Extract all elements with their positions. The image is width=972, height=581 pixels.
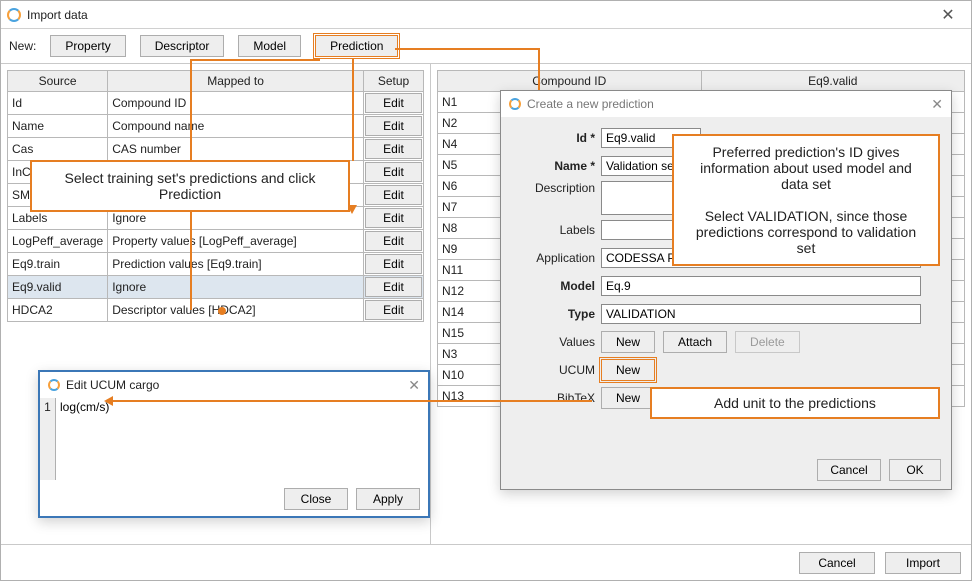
dialog-footer: Cancel Import: [1, 544, 971, 580]
annotation-select-predictions: Select training set's predictions and cl…: [30, 160, 350, 212]
label-bibtex: BibTeX: [511, 391, 601, 405]
cell-source: Name: [8, 115, 108, 138]
ucum-new-button[interactable]: New: [601, 359, 655, 381]
label-model: Model: [511, 279, 601, 293]
mapping-row[interactable]: IdCompound IDEdit: [8, 92, 424, 115]
cell-mapped: Prediction values [Eq9.train]: [108, 253, 364, 276]
dialog-close-button[interactable]: ✕: [931, 96, 943, 113]
values-delete-button: Delete: [735, 331, 800, 353]
cell-mapped: Compound name: [108, 115, 364, 138]
new-prediction-button[interactable]: Prediction: [315, 35, 398, 57]
new-property-button[interactable]: Property: [50, 35, 125, 57]
col-mapped: Mapped to: [108, 71, 364, 92]
mapping-row[interactable]: Eq9.trainPrediction values [Eq9.train]Ed…: [8, 253, 424, 276]
arrow-left-1: [104, 396, 113, 406]
cell-mapped: Descriptor values [HDCA2]: [108, 299, 364, 322]
prediction-cancel-button[interactable]: Cancel: [817, 459, 881, 481]
cargo-textarea[interactable]: [56, 398, 428, 480]
connector-5: [112, 400, 592, 402]
values-attach-button[interactable]: Attach: [663, 331, 727, 353]
cargo-close-button[interactable]: Close: [284, 488, 348, 510]
app-logo-icon: [7, 8, 21, 22]
label-application: Application: [511, 251, 601, 265]
label-name: Name *: [511, 159, 601, 173]
label-ucum: UCUM: [511, 363, 601, 377]
cargo-logo-icon: [48, 379, 60, 391]
col-source: Source: [8, 71, 108, 92]
cell-source: Eq9.train: [8, 253, 108, 276]
input-model[interactable]: [601, 276, 921, 296]
cell-source: Id: [8, 92, 108, 115]
new-model-button[interactable]: Model: [238, 35, 301, 57]
connector-2: [190, 207, 192, 310]
cell-source: HDCA2: [8, 299, 108, 322]
label-labels: Labels: [511, 223, 601, 237]
edit-button[interactable]: Edit: [365, 231, 422, 251]
label-type: Type: [511, 307, 601, 321]
connector-4b: [538, 48, 540, 90]
cell-mapped: Ignore: [108, 276, 364, 299]
cell-source: Eq9.valid: [8, 276, 108, 299]
cargo-line-number: 1: [40, 398, 56, 480]
col-eq9-valid: Eq9.valid: [701, 71, 965, 92]
col-setup: Setup: [364, 71, 424, 92]
dialog-title: Create a new prediction: [527, 97, 931, 111]
new-descriptor-button[interactable]: Descriptor: [140, 35, 225, 57]
dialog-logo-icon: [509, 98, 521, 110]
edit-button[interactable]: Edit: [365, 139, 422, 159]
mapping-row[interactable]: LogPeff_averageProperty values [LogPeff_…: [8, 230, 424, 253]
dot-selected-row: [218, 307, 226, 315]
cell-mapped: CAS number: [108, 138, 364, 161]
edit-button[interactable]: Edit: [365, 93, 422, 113]
new-toolbar: New: Property Descriptor Model Predictio…: [1, 29, 971, 63]
edit-button[interactable]: Edit: [365, 277, 422, 297]
connector-1: [190, 59, 192, 161]
cell-mapped: Property values [LogPeff_average]: [108, 230, 364, 253]
window-close-button[interactable]: ✕: [931, 5, 965, 25]
mapping-row[interactable]: Eq9.validIgnoreEdit: [8, 276, 424, 299]
label-values: Values: [511, 335, 601, 349]
window-titlebar: Import data ✕: [1, 1, 971, 29]
edit-button[interactable]: Edit: [365, 208, 422, 228]
edit-button[interactable]: Edit: [365, 185, 422, 205]
cancel-button[interactable]: Cancel: [799, 552, 875, 574]
mapping-row[interactable]: HDCA2Descriptor values [HDCA2]Edit: [8, 299, 424, 322]
col-compound-id: Compound ID: [438, 71, 702, 92]
label-description: Description: [511, 181, 601, 195]
mapping-row[interactable]: CasCAS numberEdit: [8, 138, 424, 161]
cargo-apply-button[interactable]: Apply: [356, 488, 420, 510]
input-type[interactable]: [601, 304, 921, 324]
import-button[interactable]: Import: [885, 552, 961, 574]
cargo-close-icon[interactable]: ✕: [408, 377, 420, 394]
connector-3b: [190, 59, 320, 61]
label-id: Id *: [511, 131, 601, 145]
edit-button[interactable]: Edit: [365, 162, 422, 182]
window-title: Import data: [27, 8, 931, 22]
edit-button[interactable]: Edit: [365, 254, 422, 274]
mapping-row[interactable]: NameCompound nameEdit: [8, 115, 424, 138]
edit-button[interactable]: Edit: [365, 300, 422, 320]
prediction-ok-button[interactable]: OK: [889, 459, 941, 481]
cell-source: LogPeff_average: [8, 230, 108, 253]
annotation-preferred-id: Preferred prediction's ID gives informat…: [672, 134, 940, 266]
cell-source: Cas: [8, 138, 108, 161]
annotation-add-unit: Add unit to the predictions: [650, 387, 940, 419]
toolbar-new-label: New:: [9, 39, 36, 53]
connector-4: [395, 48, 540, 50]
edit-ucum-cargo-dialog: Edit UCUM cargo ✕ 1 Close Apply: [38, 370, 430, 518]
values-new-button[interactable]: New: [601, 331, 655, 353]
bibtex-new-button[interactable]: New: [601, 387, 655, 409]
edit-button[interactable]: Edit: [365, 116, 422, 136]
cargo-title: Edit UCUM cargo: [66, 378, 408, 392]
cell-mapped: Compound ID: [108, 92, 364, 115]
connector-3: [352, 59, 354, 161]
